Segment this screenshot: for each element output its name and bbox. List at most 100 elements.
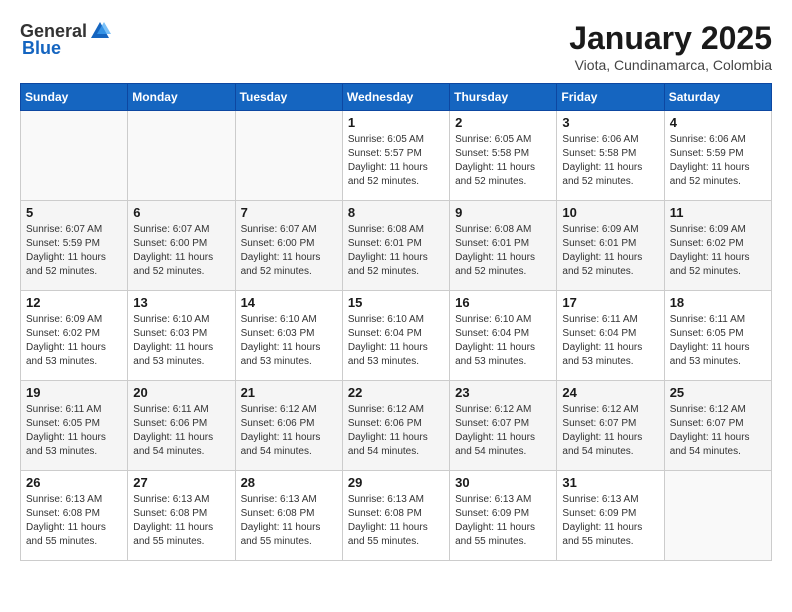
day-number: 25: [670, 385, 766, 400]
day-info: Sunrise: 6:12 AM Sunset: 6:07 PM Dayligh…: [562, 403, 658, 459]
calendar-cell: 15 Sunrise: 6:10 AM Sunset: 6:04 PM Dayli…: [342, 291, 449, 381]
day-info: Sunrise: 6:10 AM Sunset: 6:03 PM Dayligh…: [133, 313, 229, 369]
logo: General Blue: [20, 20, 111, 59]
day-info: Sunrise: 6:05 AM Sunset: 5:57 PM Dayligh…: [348, 133, 444, 189]
calendar-cell: 23Sunrise: 6:12 AM Sunset: 6:07 PM Dayli…: [450, 381, 557, 471]
calendar-cell: 17 Sunrise: 6:11 AM Sunset: 6:04 PM Dayli…: [557, 291, 664, 381]
day-info: Sunrise: 6:11 AM Sunset: 6:06 PM Dayligh…: [133, 403, 229, 459]
day-info: Sunrise: 6:08 AM Sunset: 6:01 PM Dayligh…: [455, 223, 551, 279]
day-info: Sunrise: 6:05 AM Sunset: 5:58 PM Dayligh…: [455, 133, 551, 189]
calendar-cell: 25 Sunrise: 6:12 AM Sunset: 6:07 PM Dayli…: [664, 381, 771, 471]
calendar-cell: 19Sunrise: 6:11 AM Sunset: 6:05 PM Dayli…: [21, 381, 128, 471]
calendar-cell: 27 Sunrise: 6:13 AM Sunset: 6:08 PM Dayli…: [128, 471, 235, 561]
day-info: Sunrise: 6:07 AM Sunset: 6:00 PM Dayligh…: [133, 223, 229, 279]
day-info: Sunrise: 6:09 AM Sunset: 6:02 PM Dayligh…: [670, 223, 766, 279]
day-number: 27: [133, 475, 229, 490]
day-number: 23: [455, 385, 551, 400]
calendar-cell: 30 Sunrise: 6:13 AM Sunset: 6:09 PM Dayli…: [450, 471, 557, 561]
calendar-cell: 8Sunrise: 6:08 AM Sunset: 6:01 PM Daylig…: [342, 201, 449, 291]
day-info: Sunrise: 6:13 AM Sunset: 6:08 PM Dayligh…: [241, 493, 337, 549]
weekday-header-tuesday: Tuesday: [235, 84, 342, 111]
calendar-week-row: 12 Sunrise: 6:09 AM Sunset: 6:02 PM Dayli…: [21, 291, 772, 381]
calendar-week-row: 26 Sunrise: 6:13 AM Sunset: 6:08 PM Dayli…: [21, 471, 772, 561]
day-number: 4: [670, 115, 766, 130]
month-title: January 2025: [569, 20, 772, 57]
day-number: 5: [26, 205, 122, 220]
day-info: Sunrise: 6:07 AM Sunset: 6:00 PM Dayligh…: [241, 223, 337, 279]
calendar-cell: 6 Sunrise: 6:07 AM Sunset: 6:00 PM Daylig…: [128, 201, 235, 291]
title-block: January 2025 Viota, Cundinamarca, Colomb…: [569, 20, 772, 73]
calendar-cell: [128, 111, 235, 201]
day-info: Sunrise: 6:13 AM Sunset: 6:09 PM Dayligh…: [455, 493, 551, 549]
day-number: 11: [670, 205, 766, 220]
day-info: Sunrise: 6:10 AM Sunset: 6:04 PM Dayligh…: [455, 313, 551, 369]
calendar-week-row: 19Sunrise: 6:11 AM Sunset: 6:05 PM Dayli…: [21, 381, 772, 471]
day-number: 26: [26, 475, 122, 490]
day-number: 3: [562, 115, 658, 130]
calendar-cell: 31 Sunrise: 6:13 AM Sunset: 6:09 PM Dayli…: [557, 471, 664, 561]
weekday-header-sunday: Sunday: [21, 84, 128, 111]
day-number: 19: [26, 385, 122, 400]
day-number: 21: [241, 385, 337, 400]
calendar-cell: 4 Sunrise: 6:06 AM Sunset: 5:59 PM Daylig…: [664, 111, 771, 201]
day-info: Sunrise: 6:11 AM Sunset: 6:05 PM Dayligh…: [670, 313, 766, 369]
calendar-cell: 9 Sunrise: 6:08 AM Sunset: 6:01 PM Daylig…: [450, 201, 557, 291]
calendar-cell: 16 Sunrise: 6:10 AM Sunset: 6:04 PM Dayli…: [450, 291, 557, 381]
calendar-cell: 11 Sunrise: 6:09 AM Sunset: 6:02 PM Dayli…: [664, 201, 771, 291]
day-info: Sunrise: 6:11 AM Sunset: 6:04 PM Dayligh…: [562, 313, 658, 369]
logo-blue: Blue: [22, 38, 61, 59]
calendar-cell: [235, 111, 342, 201]
calendar-cell: 14Sunrise: 6:10 AM Sunset: 6:03 PM Dayli…: [235, 291, 342, 381]
day-info: Sunrise: 6:10 AM Sunset: 6:04 PM Dayligh…: [348, 313, 444, 369]
calendar-cell: 1 Sunrise: 6:05 AM Sunset: 5:57 PM Daylig…: [342, 111, 449, 201]
weekday-header-monday: Monday: [128, 84, 235, 111]
day-number: 15: [348, 295, 444, 310]
calendar-cell: 10 Sunrise: 6:09 AM Sunset: 6:01 PM Dayli…: [557, 201, 664, 291]
calendar-cell: 20 Sunrise: 6:11 AM Sunset: 6:06 PM Dayli…: [128, 381, 235, 471]
calendar-cell: 2 Sunrise: 6:05 AM Sunset: 5:58 PM Daylig…: [450, 111, 557, 201]
day-number: 16: [455, 295, 551, 310]
day-info: Sunrise: 6:13 AM Sunset: 6:08 PM Dayligh…: [348, 493, 444, 549]
day-number: 6: [133, 205, 229, 220]
calendar-cell: 5 Sunrise: 6:07 AM Sunset: 5:59 PM Daylig…: [21, 201, 128, 291]
calendar-cell: 26 Sunrise: 6:13 AM Sunset: 6:08 PM Dayli…: [21, 471, 128, 561]
day-info: Sunrise: 6:09 AM Sunset: 6:02 PM Dayligh…: [26, 313, 122, 369]
day-info: Sunrise: 6:08 AM Sunset: 6:01 PM Dayligh…: [348, 223, 444, 279]
day-number: 13: [133, 295, 229, 310]
day-number: 29: [348, 475, 444, 490]
day-info: Sunrise: 6:09 AM Sunset: 6:01 PM Dayligh…: [562, 223, 658, 279]
location: Viota, Cundinamarca, Colombia: [569, 57, 772, 73]
day-number: 24: [562, 385, 658, 400]
calendar-cell: [664, 471, 771, 561]
day-info: Sunrise: 6:12 AM Sunset: 6:07 PM Dayligh…: [670, 403, 766, 459]
day-number: 30: [455, 475, 551, 490]
calendar-cell: 29 Sunrise: 6:13 AM Sunset: 6:08 PM Dayli…: [342, 471, 449, 561]
day-number: 2: [455, 115, 551, 130]
day-number: 20: [133, 385, 229, 400]
day-number: 17: [562, 295, 658, 310]
day-number: 12: [26, 295, 122, 310]
day-info: Sunrise: 6:07 AM Sunset: 5:59 PM Dayligh…: [26, 223, 122, 279]
day-number: 22: [348, 385, 444, 400]
page-header: General Blue January 2025 Viota, Cundina…: [20, 20, 772, 73]
day-number: 7: [241, 205, 337, 220]
day-info: Sunrise: 6:13 AM Sunset: 6:08 PM Dayligh…: [26, 493, 122, 549]
calendar-cell: 12 Sunrise: 6:09 AM Sunset: 6:02 PM Dayli…: [21, 291, 128, 381]
calendar-table: SundayMondayTuesdayWednesdayThursdayFrid…: [20, 83, 772, 561]
day-info: Sunrise: 6:13 AM Sunset: 6:09 PM Dayligh…: [562, 493, 658, 549]
day-number: 1: [348, 115, 444, 130]
day-number: 10: [562, 205, 658, 220]
calendar-week-row: 1 Sunrise: 6:05 AM Sunset: 5:57 PM Daylig…: [21, 111, 772, 201]
day-number: 9: [455, 205, 551, 220]
weekday-header-saturday: Saturday: [664, 84, 771, 111]
day-info: Sunrise: 6:12 AM Sunset: 6:06 PM Dayligh…: [348, 403, 444, 459]
calendar-week-row: 5 Sunrise: 6:07 AM Sunset: 5:59 PM Daylig…: [21, 201, 772, 291]
calendar-cell: 13 Sunrise: 6:10 AM Sunset: 6:03 PM Dayli…: [128, 291, 235, 381]
weekday-header-row: SundayMondayTuesdayWednesdayThursdayFrid…: [21, 84, 772, 111]
calendar-cell: 21 Sunrise: 6:12 AM Sunset: 6:06 PM Dayli…: [235, 381, 342, 471]
weekday-header-thursday: Thursday: [450, 84, 557, 111]
day-info: Sunrise: 6:06 AM Sunset: 5:59 PM Dayligh…: [670, 133, 766, 189]
day-info: Sunrise: 6:12 AM Sunset: 6:06 PM Dayligh…: [241, 403, 337, 459]
day-number: 31: [562, 475, 658, 490]
day-info: Sunrise: 6:13 AM Sunset: 6:08 PM Dayligh…: [133, 493, 229, 549]
